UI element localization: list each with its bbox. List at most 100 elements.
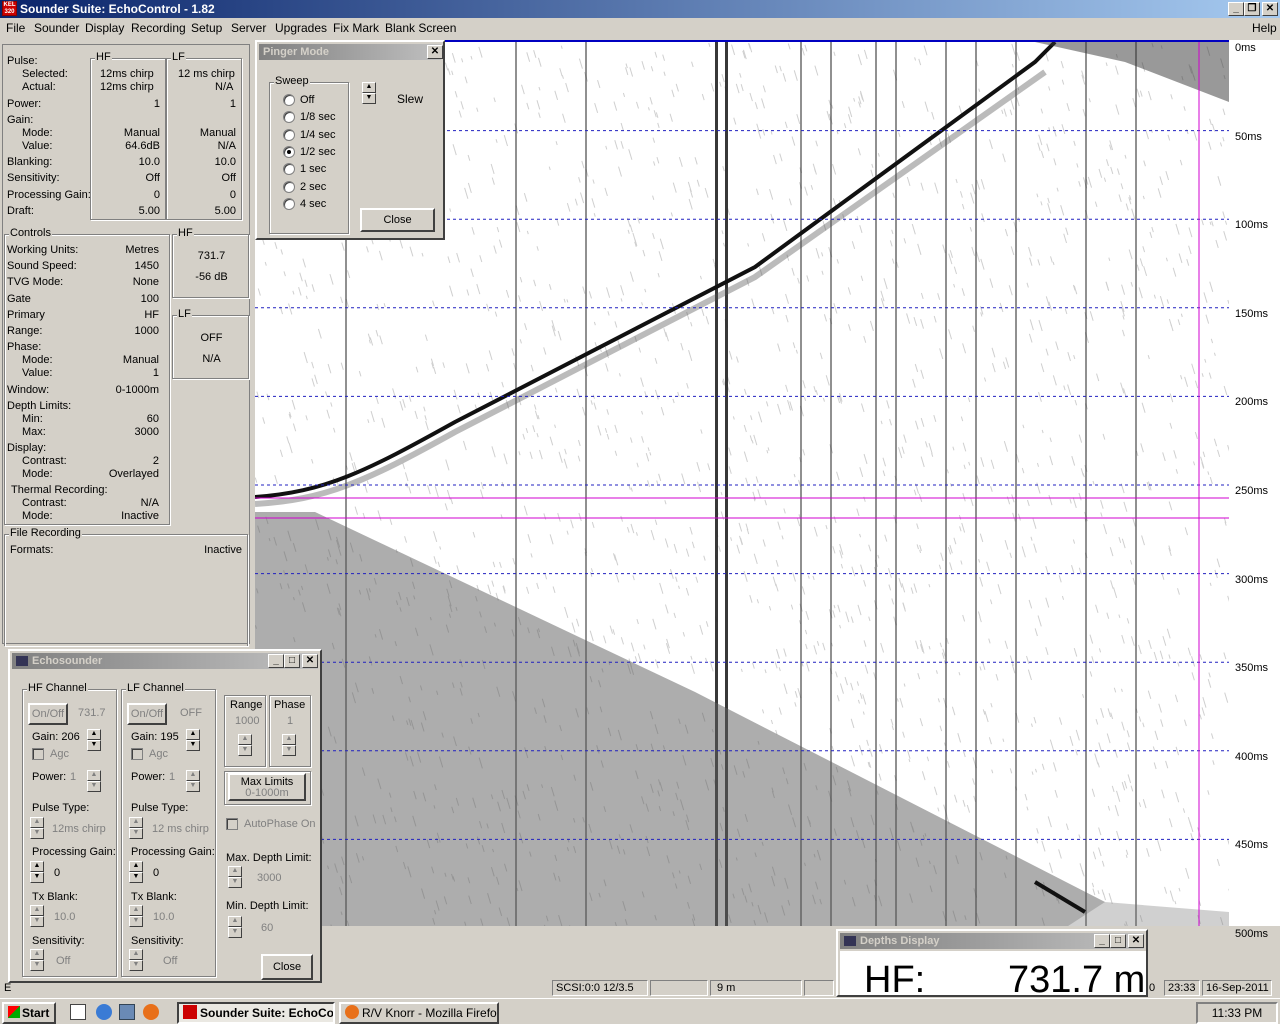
spin-up-arrow-icon[interactable]: ▲ <box>30 817 44 828</box>
title-bar[interactable]: KEL 320 Sounder Suite: EchoControl - 1.8… <box>0 0 1280 18</box>
spin-down-arrow-icon[interactable]: ▼ <box>129 916 143 927</box>
lf-status-state: OFF <box>200 332 223 344</box>
depths-minimize-button[interactable]: _ <box>1094 934 1110 948</box>
pinger-mode-titlebar[interactable]: Pinger Mode <box>259 44 441 60</box>
hf-tx-blank-spinner[interactable]: ▲ ▼ <box>30 905 44 927</box>
spin-up-arrow-icon[interactable]: ▲ <box>362 82 376 93</box>
spin-down-arrow-icon[interactable]: ▼ <box>129 960 143 971</box>
spin-down-arrow-icon[interactable]: ▼ <box>186 740 200 751</box>
sweep-radio[interactable] <box>283 145 295 158</box>
hf-agc-checkbox[interactable] <box>32 748 44 760</box>
echosounder-minimize-button[interactable]: _ <box>268 654 284 668</box>
spin-down-arrow-icon[interactable]: ▼ <box>186 781 200 792</box>
spin-down-arrow-icon[interactable]: ▼ <box>362 93 376 104</box>
spin-down-arrow-icon[interactable]: ▼ <box>87 781 101 792</box>
spin-up-arrow-icon[interactable]: ▲ <box>129 905 143 916</box>
spin-up-arrow-icon[interactable]: ▲ <box>228 866 242 877</box>
lf-power-spinner[interactable]: ▲ ▼ <box>186 770 200 792</box>
lf-gain-spinner[interactable]: ▲ ▼ <box>186 729 200 751</box>
echosounder-maximize-button[interactable]: □ <box>284 654 300 668</box>
lf-pulse-type-spinner[interactable]: ▲ ▼ <box>129 817 143 839</box>
menu-file[interactable]: File <box>6 21 25 35</box>
lf-agc-checkbox[interactable] <box>131 748 143 760</box>
sweep-radio[interactable] <box>283 180 295 193</box>
hf-power-spinner[interactable]: ▲ ▼ <box>87 770 101 792</box>
show-desktop-icon[interactable] <box>70 1004 86 1020</box>
spin-up-arrow-icon[interactable]: ▲ <box>282 734 296 745</box>
spin-up-arrow-icon[interactable]: ▲ <box>30 905 44 916</box>
spin-down-arrow-icon[interactable]: ▼ <box>30 916 44 927</box>
spin-up-arrow-icon[interactable]: ▲ <box>186 770 200 781</box>
minimize-button[interactable]: _ <box>1228 2 1244 16</box>
pinger-mode-window[interactable]: Pinger Mode ✕ Sweep ▲ ▼ Slew Close Off 1/8… <box>255 40 445 240</box>
hf-proc-gain-spinner[interactable]: ▲ ▼ <box>30 861 44 883</box>
range-spinner[interactable]: ▲ ▼ <box>238 734 252 756</box>
slew-spinner[interactable]: ▲ ▼ <box>362 82 376 104</box>
lf-onoff-button[interactable]: On/Off <box>127 703 167 725</box>
spin-down-arrow-icon[interactable]: ▼ <box>228 877 242 888</box>
sweep-radio[interactable] <box>283 197 295 210</box>
echosounder-window[interactable]: Echosounder _ □ ✕ HF Channel On/Off 731.… <box>8 649 322 983</box>
hf-gain-spinner[interactable]: ▲ ▼ <box>87 729 101 751</box>
menu-display[interactable]: Display <box>85 21 124 35</box>
outlook-icon[interactable] <box>119 1004 135 1020</box>
spin-down-arrow-icon[interactable]: ▼ <box>30 960 44 971</box>
spin-up-arrow-icon[interactable]: ▲ <box>87 729 101 740</box>
hf-sensitivity-spinner[interactable]: ▲ ▼ <box>30 949 44 971</box>
spin-up-arrow-icon[interactable]: ▲ <box>186 729 200 740</box>
lf-proc-gain-spinner[interactable]: ▲ ▼ <box>129 861 143 883</box>
file-recording-group: File Recording Formats: Inactive <box>4 527 248 646</box>
pulse-hf-value: 10.0 <box>138 156 160 168</box>
lf-sensitivity-spinner[interactable]: ▲ ▼ <box>129 949 143 971</box>
spin-down-arrow-icon[interactable]: ▼ <box>129 828 143 839</box>
pulse-hf-value: 12ms chirp <box>100 81 154 93</box>
min-depth-spinner[interactable]: ▲ ▼ <box>228 916 242 938</box>
autophase-checkbox[interactable] <box>226 818 238 830</box>
spin-up-arrow-icon[interactable]: ▲ <box>30 949 44 960</box>
depths-close-x-button[interactable]: ✕ <box>1128 934 1144 948</box>
sweep-radio[interactable] <box>283 94 295 106</box>
pinger-close-button[interactable]: Close <box>360 208 435 232</box>
menu-sounder[interactable]: Sounder <box>34 21 79 35</box>
spin-down-arrow-icon[interactable]: ▼ <box>30 872 44 883</box>
spin-up-arrow-icon[interactable]: ▲ <box>228 916 242 927</box>
spin-up-arrow-icon[interactable]: ▲ <box>30 861 44 872</box>
phase-spinner[interactable]: ▲ ▼ <box>282 734 296 756</box>
spin-up-arrow-icon[interactable]: ▲ <box>87 770 101 781</box>
sweep-radio[interactable] <box>283 128 295 141</box>
lf-tx-blank-spinner[interactable]: ▲ ▼ <box>129 905 143 927</box>
depths-display-window[interactable]: Depths Display _ □ ✕ HF: 731.7 m <box>836 929 1148 997</box>
menu-server[interactable]: Server <box>231 21 266 35</box>
spin-down-arrow-icon[interactable]: ▼ <box>87 740 101 751</box>
start-button[interactable]: Start <box>2 1002 56 1024</box>
internet-explorer-icon[interactable] <box>96 1004 112 1020</box>
spin-up-arrow-icon[interactable]: ▲ <box>129 949 143 960</box>
echosounder-close-x-button[interactable]: ✕ <box>302 654 318 668</box>
depths-maximize-button[interactable]: □ <box>1110 934 1126 948</box>
spin-up-arrow-icon[interactable]: ▲ <box>238 734 252 745</box>
restore-button[interactable]: ❐ <box>1244 2 1260 16</box>
spin-down-arrow-icon[interactable]: ▼ <box>129 872 143 883</box>
menu-blank-screen[interactable]: Blank Screen <box>385 21 456 35</box>
spin-up-arrow-icon[interactable]: ▲ <box>129 861 143 872</box>
spin-down-arrow-icon[interactable]: ▼ <box>238 745 252 756</box>
menu-recording[interactable]: Recording <box>131 21 186 35</box>
echosounder-close-button[interactable]: Close <box>261 954 313 980</box>
menu-fix-mark[interactable]: Fix Mark <box>333 21 379 35</box>
max-limits-button[interactable]: Max Limits 0-1000m <box>228 773 306 801</box>
spin-down-arrow-icon[interactable]: ▼ <box>30 828 44 839</box>
max-depth-spinner[interactable]: ▲ ▼ <box>228 866 242 888</box>
spin-up-arrow-icon[interactable]: ▲ <box>129 817 143 828</box>
pinger-close-x-button[interactable]: ✕ <box>427 45 443 59</box>
taskbar-item-echocontrol[interactable]: Sounder Suite: EchoCo... <box>177 1002 335 1024</box>
hf-onoff-button[interactable]: On/Off <box>28 703 68 725</box>
spin-down-arrow-icon[interactable]: ▼ <box>282 745 296 756</box>
taskbar-item-firefox[interactable]: R/V Knorr - Mozilla Firefox <box>339 1002 499 1024</box>
hf-pulse-type-spinner[interactable]: ▲ ▼ <box>30 817 44 839</box>
spin-down-arrow-icon[interactable]: ▼ <box>228 927 242 938</box>
firefox-icon[interactable] <box>143 1004 159 1020</box>
close-button[interactable]: ✕ <box>1262 2 1278 16</box>
menu-help[interactable]: Help <box>1252 21 1277 35</box>
menu-setup[interactable]: Setup <box>191 21 222 35</box>
menu-upgrades[interactable]: Upgrades <box>275 21 327 35</box>
